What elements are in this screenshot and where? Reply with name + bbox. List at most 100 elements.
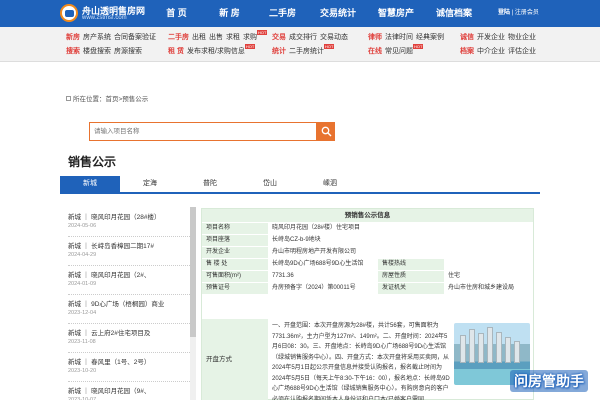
search-input[interactable] [90,123,316,140]
nav-second-hand[interactable]: 二手房 [256,0,309,27]
subnav-link[interactable]: 求租 [226,34,240,41]
tab-daishan[interactable]: 岱山 [240,176,300,192]
row-value: 舟山市住房和城乡建设局 [448,285,515,291]
list-item-title[interactable]: 新城 ｜ 晓风印月花园（2#、 [68,269,178,279]
row-value: 长峙岛CZ-b-9地块 [272,237,321,243]
row-label: 开盘方式 [202,319,268,400]
location-icon [66,96,71,101]
row-label: 开发企业 [202,247,268,258]
subnav-link[interactable]: 房源搜索 [114,48,142,55]
subnav-cat[interactable]: 租 赁 [168,48,184,55]
subnav-link[interactable]: 出租 [192,34,206,41]
subnav-group-credit: 诚信 开发企业 物业企业 档案 中介企业 评估企业 [460,31,539,59]
nav-trade-stats[interactable]: 交易统计 [309,0,367,27]
subnav-link[interactable]: 开发企业 [477,34,505,41]
table-row: 预售证号 舟房预备字（2024）第00011号 发证机关 舟山市住房和城乡建设局 [202,282,533,294]
tab-dinghai[interactable]: 定海 [120,176,180,192]
list-item[interactable]: 新城 ｜ 长峙岛香樟园二期17# 2024-04-29 [68,237,196,266]
list-item-title[interactable]: 新城 ｜ 长峙岛香樟园二期17# [68,240,178,250]
tab-shengsi[interactable]: 嵊泗 [300,176,360,192]
tab-putuo[interactable]: 普陀 [180,176,240,192]
list-item-title[interactable]: 新城 ｜ 云上府2#住宅项目及 [68,327,178,337]
list-item[interactable]: 新城 ｜ 9D心广场（梧桐园）商业 2023-12-04 [68,295,196,324]
nav-smart-property[interactable]: 智慧房产 [367,0,425,27]
subnav-cat[interactable]: 新房 [66,34,80,41]
scrollbar-thumb[interactable] [190,207,196,337]
row-value: 晓风印月花园（28#楼）住宅项目 [272,225,361,231]
table-title: 预销售公示信息 [202,209,533,222]
subnav-link[interactable]: 发布求租/求购信息 [187,48,245,55]
subnav-link[interactable]: 楼盘搜索 [83,48,111,55]
house-logo-icon [60,4,78,22]
subnav-link[interactable]: 物业企业 [508,34,536,41]
row-label: 可售面积(m²) [202,271,268,282]
search-icon [321,126,332,137]
subnav-cat[interactable]: 诚信 [460,34,474,41]
row-label: 售楼热线 [378,259,444,270]
search-button[interactable] [317,122,335,141]
subnav-link[interactable]: 成交排行 [289,34,317,41]
row-value: 舟房预备字（2024）第00011号 [272,285,356,291]
subnav-link[interactable]: 合同备案验证 [114,34,156,41]
subnav-cat[interactable]: 二手房 [168,34,189,41]
table-row: 开发企业 舟山市明程房地产开发有限公司 [202,246,533,258]
subnav-cat[interactable]: 搜索 [66,48,80,55]
table-row: 可售面积(m²) 7731.36 房屋性质 住宅 [202,270,533,282]
watermark-badge: 问房管助手 [510,370,588,392]
subnav-group-trade: 交易 成交排行 交易动态 统计 二手房统计HOT [272,31,351,59]
list-item-title[interactable]: 新城 ｜ 春风里（1号、2号） [68,356,178,366]
list-item[interactable]: 新城 ｜ 晓风印月花园（28#楼） 2024-05-06 [68,208,196,237]
login-link[interactable]: 登陆 [498,10,510,16]
logo-url: www.zstmsf.com [82,15,127,21]
subnav-link[interactable]: 求购 [243,34,257,41]
auth-links: 登陆 | 注册会员 [498,10,539,16]
main-nav: 首 页 新 房 二手房 交易统计 智慧房产 诚信档案 [150,0,483,27]
subnav-link[interactable]: 法律时间 [385,34,413,41]
subnav-cat[interactable]: 统计 [272,48,286,55]
subnav-group-new: 新房 房产系统 合同备案验证 搜索 楼盘搜索 房源搜索 [66,31,159,59]
subnav-cat[interactable]: 交易 [272,34,286,41]
subnav-cat[interactable]: 在线 [368,48,382,55]
row-label: 售 楼 处 [202,259,268,270]
list-item[interactable]: 新城 ｜ 春风里（1号、2号） 2023-10-20 [68,353,196,382]
project-list: 新城 ｜ 晓风印月花园（28#楼） 2024-05-06 新城 ｜ 长峙岛香樟园二… [68,208,196,400]
list-scrollbar[interactable] [190,207,196,400]
subnav-link[interactable]: 评估企业 [508,48,536,55]
table-row: 项目名称 晓风印月花园（28#楼）住宅项目 [202,222,533,234]
subnav-link[interactable]: 房产系统 [83,34,111,41]
breadcrumb-text[interactable]: 所在位置：首页>预售公示 [73,96,148,103]
list-item-date: 2023-10-20 [68,368,97,374]
list-item-title[interactable]: 新城 ｜ 晓风印月花园（9#、 [68,385,178,395]
list-item[interactable]: 新城 ｜ 晓风印月花园（9#、 2023-10-07 [68,382,196,400]
nav-home[interactable]: 首 页 [150,0,203,27]
list-item-title[interactable]: 新城 ｜ 9D心广场（梧桐园）商业 [68,298,178,308]
presale-info-table: 预销售公示信息 项目名称 晓风印月花园（28#楼）住宅项目 项目座落 长峙岛CZ-b… [201,208,534,400]
list-item-title[interactable]: 新城 ｜ 晓风印月花园（28#楼） [68,211,178,221]
row-label: 项目名称 [202,223,268,234]
subnav-link[interactable]: 经典案例 [416,34,444,41]
list-item[interactable]: 新城 ｜ 云上府2#住宅项目及 2023-11-08 [68,324,196,353]
subnav-cat[interactable]: 档案 [460,48,474,55]
subnav-cat[interactable]: 律师 [368,34,382,41]
register-link[interactable]: 注册会员 [515,10,539,16]
hot-badge: HOT [257,30,268,35]
list-item-date: 2023-12-04 [68,310,97,316]
site-logo[interactable]: 舟山透明售房网 www.zstmsf.com [60,2,148,25]
hot-badge: HOT [244,44,256,49]
subnav-link[interactable]: 常见问题 [385,48,413,55]
row-value: 住宅 [448,273,461,279]
district-tabs: 新城 定海 普陀 岱山 嵊泗 [60,176,540,194]
subnav-link[interactable]: 二手房统计 [289,48,324,55]
list-item[interactable]: 新城 ｜ 晓风印月花园（2#、 2024-01-09 [68,266,196,295]
row-label: 发证机关 [378,283,444,294]
subnav-group-second-hand: 二手房 出租 出售 求租 求购HOT 租 赁发布求租/求购信息HOT [168,30,268,59]
subnav-link[interactable]: 交易动态 [320,34,348,41]
nav-new-house[interactable]: 新 房 [203,0,256,27]
list-item-date: 2024-01-09 [68,281,97,287]
row-label: 房屋性质 [378,271,444,282]
subnav-link[interactable]: 出售 [209,34,223,41]
tab-xincheng[interactable]: 新城 [60,176,120,192]
row-label: 项目座落 [202,235,268,246]
subnav-link[interactable]: 中介企业 [477,48,505,55]
nav-credit-archive[interactable]: 诚信档案 [425,0,483,27]
